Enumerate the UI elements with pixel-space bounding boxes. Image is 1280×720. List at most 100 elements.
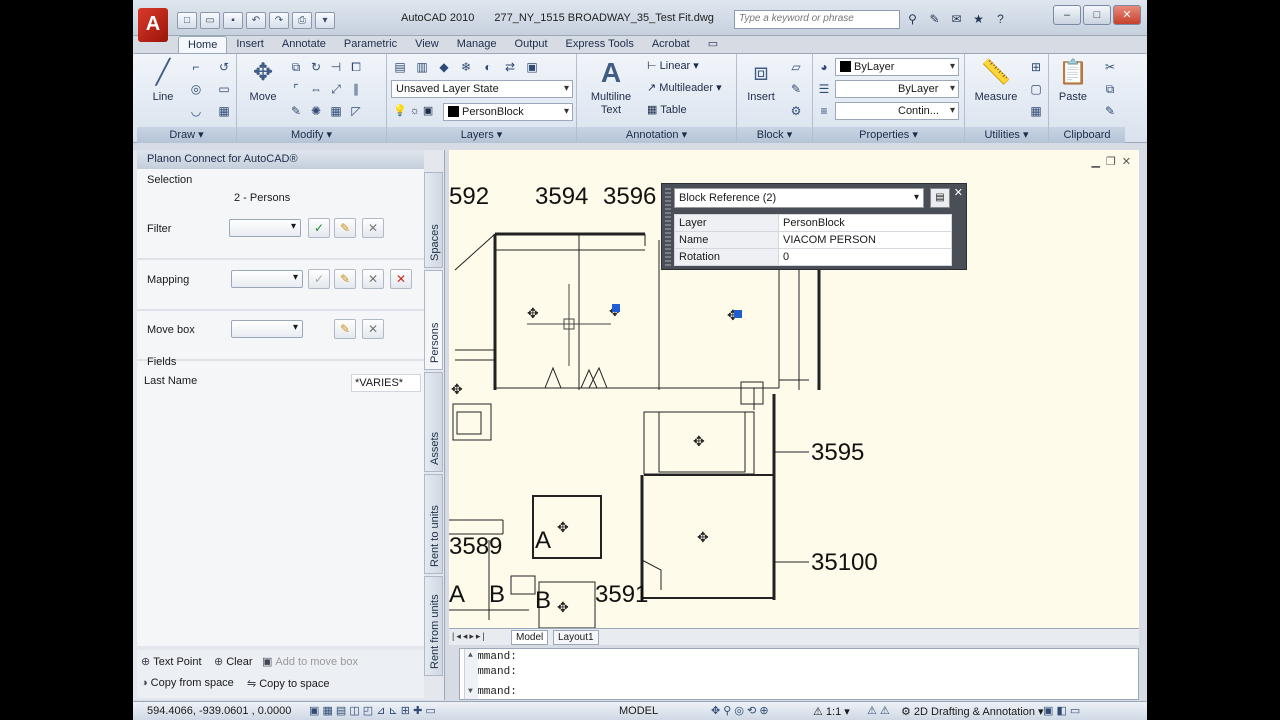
drawing-close-button[interactable]: ✕: [1122, 155, 1131, 168]
tab-parametric[interactable]: Parametric: [335, 36, 406, 53]
layout-scroll-arrows[interactable]: |◂◂▸▸|: [452, 631, 487, 642]
calculator-icon[interactable]: ▦: [1027, 102, 1045, 120]
annotation-scale[interactable]: ⚠ 1:1 ▾: [813, 705, 850, 718]
mapping-apply-button[interactable]: ✓: [308, 269, 330, 289]
search-input[interactable]: Type a keyword or phrase: [734, 10, 900, 29]
color-dropdown[interactable]: ByLayer: [835, 58, 959, 76]
ribbon-minimize-icon[interactable]: ▭: [699, 36, 727, 53]
tab-insert[interactable]: Insert: [227, 36, 273, 53]
lineweight-dropdown[interactable]: Contin...: [835, 102, 959, 120]
model-space-button[interactable]: MODEL: [619, 705, 658, 717]
property-value[interactable]: VIACOM PERSON: [778, 231, 952, 249]
linetype-dropdown[interactable]: ByLayer: [835, 80, 959, 98]
tab-rent-from-units[interactable]: Rent from units: [424, 576, 443, 676]
mirror-icon[interactable]: ⧠: [347, 58, 365, 76]
cut-icon[interactable]: ✂: [1101, 58, 1119, 76]
close-button[interactable]: ✕: [1113, 5, 1141, 25]
hatch-icon[interactable]: ▦: [215, 102, 233, 120]
movebox-edit-button[interactable]: ✎: [334, 319, 356, 339]
offset-icon[interactable]: ∥: [347, 80, 365, 98]
current-layer-dropdown[interactable]: PersonBlock: [443, 103, 573, 121]
block-panel-title[interactable]: Block ▾: [737, 127, 812, 143]
layer-properties-icon[interactable]: ▤: [391, 58, 409, 76]
annotation-panel-title[interactable]: Annotation ▾: [577, 127, 736, 143]
person-block[interactable]: ✥: [697, 530, 709, 546]
annotation-visibility-icon[interactable]: ⚠ ⚠: [867, 704, 890, 717]
person-block[interactable]: ✥: [527, 306, 539, 322]
layer-state-dropdown[interactable]: Unsaved Layer State: [391, 80, 573, 98]
filter-apply-button[interactable]: ✓: [308, 218, 330, 238]
layer-freeze-icon[interactable]: ❄: [457, 58, 475, 76]
property-value[interactable]: PersonBlock: [778, 214, 952, 232]
array-icon[interactable]: ▦: [327, 102, 345, 120]
linetype-icon[interactable]: ≡: [815, 102, 833, 120]
create-block-icon[interactable]: ▱: [787, 58, 805, 76]
palette-title[interactable]: Planon Connect for AutoCAD®: [137, 150, 424, 169]
circle-icon[interactable]: ◎: [187, 80, 205, 98]
match-properties-icon[interactable]: ◕: [815, 58, 833, 76]
layer-isolate-icon[interactable]: ◆: [435, 58, 453, 76]
grip-handle[interactable]: [665, 188, 671, 266]
customize-icon[interactable]: ▤: [930, 188, 950, 208]
open-icon[interactable]: ▭: [200, 12, 220, 29]
redo-icon[interactable]: ↷: [269, 12, 289, 29]
layer-lock-icon[interactable]: ▣: [523, 58, 541, 76]
draw-panel-title[interactable]: Draw ▾: [137, 127, 236, 143]
rotate-icon[interactable]: ↺: [215, 58, 233, 76]
polyline-icon[interactable]: ⌐: [187, 58, 205, 76]
properties-panel-title[interactable]: Properties ▾: [813, 127, 964, 143]
tray-icons[interactable]: ▣ ◧ ▭: [1043, 704, 1080, 717]
edit-block-icon[interactable]: ✎: [787, 80, 805, 98]
tab-rent-to-units[interactable]: Rent to units: [424, 474, 443, 574]
movebox-dropdown[interactable]: [231, 320, 303, 338]
person-block[interactable]: ✥: [693, 434, 705, 450]
person-block[interactable]: ✥: [451, 382, 463, 398]
rectangle-icon[interactable]: ▭: [215, 80, 233, 98]
command-line[interactable]: Command: Command: Command: ▲ ▼: [459, 648, 1139, 700]
favorites-icon[interactable]: ★: [969, 10, 988, 28]
help-icon[interactable]: ?: [991, 10, 1010, 28]
tab-acrobat[interactable]: Acrobat: [643, 36, 699, 53]
scroll-up-icon[interactable]: ▲: [468, 651, 473, 660]
tab-persons[interactable]: Persons: [424, 270, 443, 370]
arc-icon[interactable]: ◡: [187, 102, 205, 120]
maximize-button[interactable]: □: [1083, 5, 1111, 25]
filter-clear-button[interactable]: ✕: [362, 218, 384, 238]
workspace-icon[interactable]: ▾: [315, 12, 335, 29]
navigation-icons[interactable]: ✥ ⚲ ◎ ⟲ ⊕: [711, 704, 769, 717]
tab-assets[interactable]: Assets: [424, 372, 443, 472]
plot-icon[interactable]: ⎙: [292, 12, 312, 29]
tab-manage[interactable]: Manage: [448, 36, 506, 53]
layer-off-icon[interactable]: ◐: [479, 58, 497, 76]
edit-attributes-icon[interactable]: ⚙: [787, 102, 805, 120]
drawing-minimize-button[interactable]: ▁: [1091, 155, 1099, 168]
add-to-move-box-button[interactable]: ▣ Add to move box: [262, 655, 358, 668]
clipboard-panel-title[interactable]: Clipboard: [1049, 127, 1125, 143]
scroll-down-icon[interactable]: ▼: [468, 687, 473, 696]
table-button[interactable]: ▦ Table: [647, 103, 687, 116]
measure-button[interactable]: 📏 Measure: [969, 58, 1023, 104]
scale-icon[interactable]: ⤢: [327, 80, 345, 98]
mapping-clear-button[interactable]: ✕: [362, 269, 384, 289]
close-icon[interactable]: ✕: [954, 186, 963, 199]
last-name-field[interactable]: *VARIES*: [351, 374, 421, 392]
text-point-button[interactable]: ⊕ Text Point: [141, 655, 202, 668]
layers-panel-title[interactable]: Layers ▾: [387, 127, 576, 143]
tab-express-tools[interactable]: Express Tools: [557, 36, 643, 53]
tab-output[interactable]: Output: [506, 36, 557, 53]
property-value[interactable]: 0: [778, 248, 952, 266]
rotate-modify-icon[interactable]: ↻: [307, 58, 325, 76]
copy-clip-icon[interactable]: ⧉: [1101, 80, 1119, 98]
drawing-restore-button[interactable]: ❐: [1106, 155, 1116, 168]
modify-panel-title[interactable]: Modify ▾: [237, 127, 386, 143]
person-block[interactable]: ✥: [557, 600, 569, 616]
insert-button[interactable]: ⧈ Insert: [741, 58, 781, 104]
mapping-edit-button[interactable]: ✎: [334, 269, 356, 289]
line-button[interactable]: ╱ Line: [143, 58, 183, 104]
copy-icon[interactable]: ⧉: [287, 58, 305, 76]
utilities-panel-title[interactable]: Utilities ▾: [965, 127, 1048, 143]
paste-button[interactable]: 📋 Paste: [1053, 58, 1093, 104]
tools-icon[interactable]: ✎: [925, 10, 944, 28]
move-button[interactable]: ✥ Move: [243, 58, 283, 104]
object-type-dropdown[interactable]: Block Reference (2): [674, 188, 924, 208]
